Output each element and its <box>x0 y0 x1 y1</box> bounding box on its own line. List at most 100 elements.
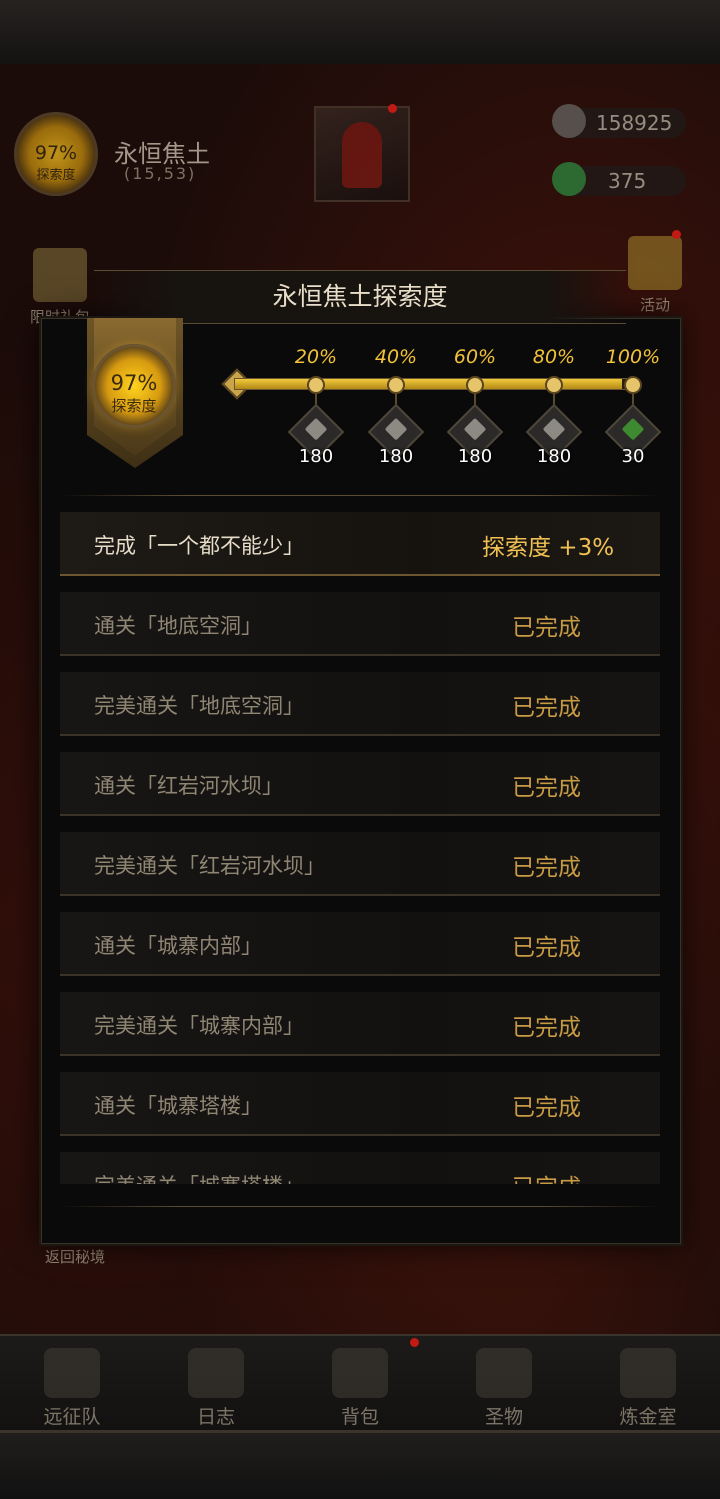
nav-label: 日志 <box>196 1406 235 1428</box>
reward-gem-icon <box>304 417 328 441</box>
task-status: 已完成 <box>512 855 581 881</box>
exploration-pct: 97% <box>110 371 158 395</box>
currency-gem: 375 <box>552 162 686 196</box>
milestone-1[interactable]: 20%✔180 <box>286 346 346 785</box>
nav-label: 圣物 <box>484 1406 523 1428</box>
milestone-2[interactable]: 40%✔180 <box>366 346 426 785</box>
milestone-5[interactable]: 100% 30 <box>603 346 663 467</box>
task-status: 已完成 <box>512 935 581 961</box>
nav-item-5[interactable]: 炼金室 <box>588 1336 708 1432</box>
stone-icon <box>552 104 586 138</box>
activity-label: 活动 <box>639 296 670 314</box>
reward-gem-icon <box>384 417 408 441</box>
hero-portrait[interactable] <box>314 106 410 202</box>
nav-label: 背包 <box>340 1406 379 1428</box>
nav-item-2[interactable]: 日志 <box>156 1336 276 1432</box>
task-name: 完美通关「城寨塔楼」 <box>94 1170 304 1184</box>
return-secret-realm-button[interactable]: 返回秘境 <box>30 1246 120 1267</box>
backpack-notification-dot <box>410 1338 419 1347</box>
return-label: 返回秘境 <box>44 1248 105 1266</box>
nav-label: 炼金室 <box>619 1406 677 1428</box>
task-row[interactable]: 通关「地底空洞」 已完成 <box>60 592 660 656</box>
section-divider <box>60 495 660 496</box>
task-name: 通关「城寨内部」 <box>94 934 262 958</box>
milestone-4[interactable]: 80%✔180 <box>524 346 584 785</box>
alchemy-icon <box>620 1348 676 1398</box>
milestone-pct: 20% <box>294 346 338 368</box>
backpack-icon <box>332 1348 388 1398</box>
task-status: 探索度 +3% <box>482 535 615 561</box>
task-name: 通关「红岩河水坝」 <box>94 774 283 798</box>
chalice-icon <box>476 1348 532 1398</box>
task-name: 完美通关「地底空洞」 <box>94 694 304 718</box>
task-name: 完美通关「红岩河水坝」 <box>94 854 325 878</box>
task-row[interactable]: 完美通关「地底空洞」 已完成 <box>60 672 660 736</box>
bottom-frame <box>0 1430 720 1499</box>
currency-gem-value: 375 <box>608 169 647 193</box>
portrait-notification-dot <box>388 104 397 113</box>
top-frame <box>0 0 720 67</box>
reward-gem-icon <box>542 417 566 441</box>
task-row[interactable]: 完美通关「城寨内部」 已完成 <box>60 992 660 1056</box>
reward-qty: 180 <box>536 446 572 467</box>
reward-qty: 180 <box>298 446 334 467</box>
exploration-label: 探索度 <box>111 397 157 415</box>
task-status: 已完成 <box>512 1015 581 1041</box>
nav-item-4[interactable]: 圣物 <box>444 1336 564 1432</box>
nav-item-1[interactable]: 远征队 <box>12 1336 132 1432</box>
task-row[interactable]: 通关「城寨塔楼」 已完成 <box>60 1072 660 1136</box>
gift-box-icon <box>33 248 87 302</box>
reward-qty: 30 <box>621 446 645 467</box>
milestone-3[interactable]: 60%✔180 <box>445 346 505 785</box>
nav-label: 远征队 <box>43 1406 101 1428</box>
milestone-node <box>466 376 484 394</box>
task-row[interactable]: 完美通关「城寨塔楼」 已完成 <box>60 1152 660 1184</box>
reward-qty: 180 <box>457 446 493 467</box>
milestone-pct: 80% <box>532 346 576 368</box>
hud-exploration-label: 探索度 <box>36 168 76 183</box>
milestone-node <box>307 376 325 394</box>
hud-compass-icon[interactable]: 97% 探索度 <box>14 112 98 196</box>
task-name: 通关「地底空洞」 <box>94 614 262 638</box>
milestone-node <box>387 376 405 394</box>
location-coords: (15,53) <box>124 164 197 183</box>
exploration-compass-icon: 97% 探索度 <box>92 344 176 428</box>
milestone-node <box>545 376 563 394</box>
task-list[interactable]: 完成「一个都不能少」 探索度 +3% 通关「地底空洞」 已完成 完美通关「地底空洞」 已完… <box>60 512 660 1184</box>
reward-qty: 180 <box>378 446 414 467</box>
helmet-icon <box>44 1348 100 1398</box>
nav-item-3[interactable]: 背包 <box>300 1336 420 1432</box>
reward-gem-icon <box>463 417 487 441</box>
task-name: 通关「城寨塔楼」 <box>94 1094 262 1118</box>
task-status: 已完成 <box>512 1095 581 1121</box>
task-status: 已完成 <box>512 615 581 641</box>
activity-button[interactable]: 活动 <box>622 236 688 315</box>
milestone-node <box>624 376 642 394</box>
milestone-pct: 40% <box>374 346 418 368</box>
limited-gift-button[interactable]: 限时礼包 <box>20 248 100 327</box>
scroll-icon <box>188 1348 244 1398</box>
portrait-figure <box>342 122 382 188</box>
modal-title: 永恒焦土探索度 <box>272 282 448 311</box>
task-row[interactable]: 完成「一个都不能少」 探索度 +3% <box>60 512 660 576</box>
currency-stone: 158925 <box>552 104 686 138</box>
task-status: 已完成 <box>512 695 581 721</box>
activity-gift-icon <box>628 236 682 290</box>
task-row[interactable]: 通关「城寨内部」 已完成 <box>60 912 660 976</box>
task-name: 完美通关「城寨内部」 <box>94 1014 304 1038</box>
task-row[interactable]: 通关「红岩河水坝」 已完成 <box>60 752 660 816</box>
task-status: 已完成 <box>512 775 581 801</box>
milestone-pct: 60% <box>453 346 497 368</box>
task-status: 已完成 <box>512 1168 581 1184</box>
activity-notification-dot <box>672 230 681 239</box>
currency-stone-value: 158925 <box>596 111 673 135</box>
section-divider-bottom <box>60 1206 660 1207</box>
green-gem-icon <box>552 162 586 196</box>
hud-exploration-pct: 97% <box>34 142 78 164</box>
reward-gem-icon <box>621 417 645 441</box>
modal-title-band: 永恒焦土探索度 <box>94 270 626 324</box>
milestone-pct: 100% <box>605 346 661 368</box>
task-name: 完成「一个都不能少」 <box>94 534 304 558</box>
bottom-navigation: 远征队 日志 背包 圣物 炼金室 <box>0 1334 720 1432</box>
task-row[interactable]: 完美通关「红岩河水坝」 已完成 <box>60 832 660 896</box>
